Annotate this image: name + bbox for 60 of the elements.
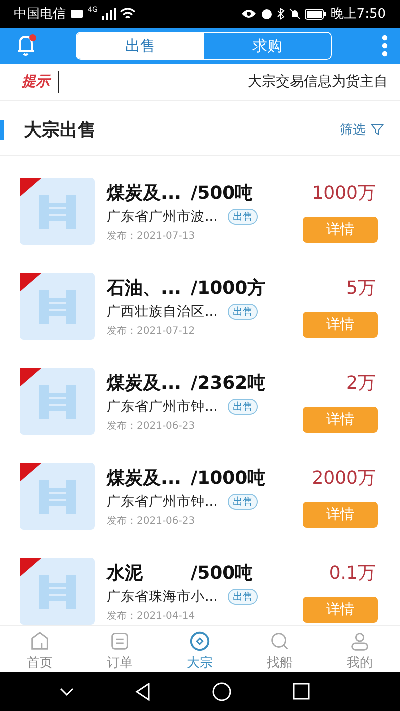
- tab[interactable]: 出售: [77, 33, 204, 59]
- details-button[interactable]: 详情: [303, 406, 378, 432]
- collapse-icon[interactable]: [60, 688, 74, 696]
- sale-tag: 出售: [228, 304, 258, 320]
- details-button[interactable]: 详情: [303, 596, 378, 622]
- signal-icon: [102, 8, 116, 20]
- publish-date: 发布：2021-06-23: [107, 514, 196, 528]
- wifi-icon: [120, 8, 136, 20]
- mute-icon: [288, 8, 301, 20]
- filter-button[interactable]: 筛选: [340, 121, 384, 139]
- details-button[interactable]: 详情: [303, 312, 378, 338]
- sale-tag: 出售: [228, 398, 258, 414]
- back-icon[interactable]: [135, 682, 152, 700]
- filter-icon: [371, 124, 384, 136]
- location-text: 广东省珠海市小...: [107, 588, 218, 606]
- notice-text: 大宗交易信息为货主自: [248, 73, 388, 91]
- nav-tab[interactable]: 大宗: [160, 626, 240, 672]
- location-text: 广东省广州市钟...: [107, 492, 218, 510]
- product-quantity: /1000方: [191, 276, 266, 300]
- recents-icon[interactable]: [292, 683, 310, 700]
- product-quantity: /500吨: [191, 562, 254, 584]
- nav-tab[interactable]: 我的: [320, 626, 400, 672]
- publish-date: 发布：2021-04-14: [107, 610, 196, 622]
- nav-tab[interactable]: 订单: [80, 626, 160, 672]
- product-quantity: /500吨: [191, 182, 254, 204]
- bluetooth-icon: [276, 8, 285, 20]
- home-button-icon[interactable]: [212, 682, 232, 702]
- location-text: 广东省广州市波...: [107, 208, 218, 226]
- price-text: 1000万: [312, 182, 376, 204]
- section-title: 大宗出售: [24, 119, 96, 142]
- notice-label: 提示: [22, 71, 59, 93]
- product-name: 煤炭及...: [107, 466, 183, 490]
- carrier-name: 中国电信: [14, 6, 66, 23]
- location-text: 广东省广州市钟...: [107, 398, 218, 416]
- price-text: 2000万: [312, 466, 376, 490]
- product-name: 石油、...: [107, 276, 183, 300]
- sale-tag: 出售: [228, 588, 258, 604]
- battery-icon: [304, 8, 327, 20]
- bell-icon[interactable]: [16, 34, 38, 58]
- price-text: 0.1万: [329, 562, 376, 584]
- clock-time: 晚上7:50: [330, 6, 386, 23]
- sale-tag: 出售: [228, 494, 258, 510]
- product-quantity: /2362吨: [191, 372, 266, 394]
- product-name: 水泥: [107, 562, 144, 584]
- details-button[interactable]: 详情: [303, 502, 378, 528]
- sale-tag: 出售: [228, 208, 258, 224]
- publish-date: 发布：2021-07-12: [107, 324, 196, 338]
- product-quantity: /1000吨: [191, 466, 266, 490]
- nav-tab[interactable]: 首页: [0, 626, 80, 672]
- product-name: 煤炭及...: [107, 372, 183, 394]
- publish-date: 发布：2021-07-13: [107, 230, 196, 242]
- publish-date: 发布：2021-06-23: [107, 420, 196, 432]
- product-name: 煤炭及...: [107, 182, 183, 204]
- price-text: 5万: [346, 276, 376, 300]
- more-icon[interactable]: [382, 35, 388, 57]
- eye-icon: [240, 9, 257, 19]
- price-text: 2万: [346, 372, 376, 394]
- details-button[interactable]: 详情: [303, 216, 378, 242]
- location-text: 广西壮族自治区...: [107, 302, 218, 320]
- nav-tab[interactable]: 找船: [240, 626, 320, 672]
